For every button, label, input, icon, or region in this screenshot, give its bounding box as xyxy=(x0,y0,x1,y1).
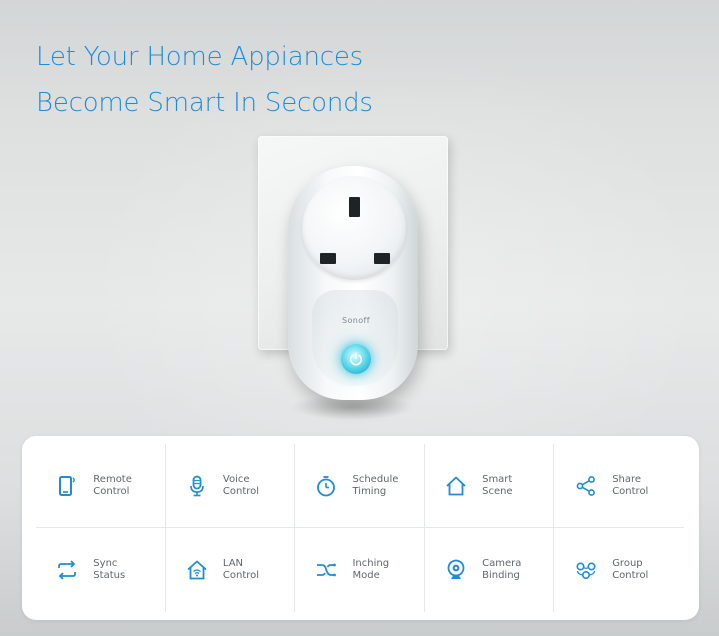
feature-label: Share Control xyxy=(612,474,664,498)
feature-grid: Remote Control Voice Control Schedule Ti… xyxy=(36,444,684,612)
feature-label-line: Binding xyxy=(482,570,520,581)
feature-label-line: Camera xyxy=(482,558,522,569)
timer-icon xyxy=(317,476,336,497)
group-icon xyxy=(576,562,596,580)
feature-label: Voice Control xyxy=(223,474,275,498)
feature-label: Inching Mode xyxy=(352,558,404,582)
headline-line-1: Let Your Home Appiances xyxy=(36,42,363,72)
feature-label-line: LAN xyxy=(222,558,244,569)
feature-label-line: Status xyxy=(93,570,126,581)
feature-label: LAN Control xyxy=(223,558,275,582)
feature-label-line: Mode xyxy=(352,570,380,581)
share-icon xyxy=(576,476,596,496)
plug-socket-face xyxy=(302,176,406,280)
feature-label-line: Control xyxy=(612,570,649,581)
feature-label-line: Control xyxy=(612,486,649,497)
feature-label-line: Smart xyxy=(482,474,513,485)
feature-lan-control: LAN Control xyxy=(166,528,296,612)
feature-schedule-timing: Schedule Timing xyxy=(295,444,425,528)
feature-label: Schedule Timing xyxy=(352,474,404,498)
microphone-icon xyxy=(190,475,204,497)
feature-label-line: Share xyxy=(612,474,642,485)
feature-card: Remote Control Voice Control Schedule Ti… xyxy=(22,436,699,620)
feature-label: Sync Status xyxy=(93,558,145,582)
headline: Let Your Home Appiances Become Smart In … xyxy=(36,34,373,126)
socket-live-slot xyxy=(320,253,336,264)
feature-label: Group Control xyxy=(612,558,664,582)
feature-share-control: Share Control xyxy=(554,444,684,528)
feature-label-line: Remote xyxy=(93,474,132,485)
feature-label-line: Scene xyxy=(482,486,513,497)
feature-label-line: Schedule xyxy=(352,474,399,485)
power-icon xyxy=(350,352,362,366)
headline-line-2: Become Smart In Seconds xyxy=(36,88,373,118)
phone-icon xyxy=(59,476,76,496)
model-print: ​ xyxy=(330,380,382,385)
feature-camera-binding: Camera Binding xyxy=(425,528,555,612)
feature-label-line: Sync xyxy=(93,558,118,569)
feature-label: Camera Binding xyxy=(482,558,534,582)
camera-icon xyxy=(447,559,465,579)
feature-label: Remote Control xyxy=(93,474,145,498)
lan-home-icon xyxy=(187,560,207,580)
feature-inching-mode: Inching Mode xyxy=(295,528,425,612)
home-icon xyxy=(446,476,466,496)
socket-earth-slot xyxy=(349,197,360,217)
feature-sync-status: Sync Status xyxy=(36,528,166,612)
shuffle-icon xyxy=(317,563,337,577)
feature-label-line: Voice xyxy=(222,474,250,485)
feature-label: Smart Scene xyxy=(482,474,534,498)
feature-label-line: Control xyxy=(222,570,260,581)
brand-logo: Sonoff xyxy=(342,316,370,325)
feature-label-line: Control xyxy=(222,486,260,497)
feature-label-line: Inching xyxy=(352,558,390,569)
product-banner: Let Your Home Appiances Become Smart In … xyxy=(0,0,719,636)
sync-icon xyxy=(58,560,77,580)
socket-neutral-slot xyxy=(374,253,390,264)
feature-label-line: Control xyxy=(93,486,130,497)
power-button[interactable] xyxy=(341,344,371,374)
feature-remote-control: Remote Control xyxy=(36,444,166,528)
feature-label-line: Group xyxy=(612,558,643,569)
feature-smart-scene: Smart Scene xyxy=(424,444,555,528)
feature-label-line: Timing xyxy=(352,486,387,497)
feature-voice-control: Voice Control xyxy=(165,444,296,528)
feature-group-control: Group Control xyxy=(554,528,684,612)
